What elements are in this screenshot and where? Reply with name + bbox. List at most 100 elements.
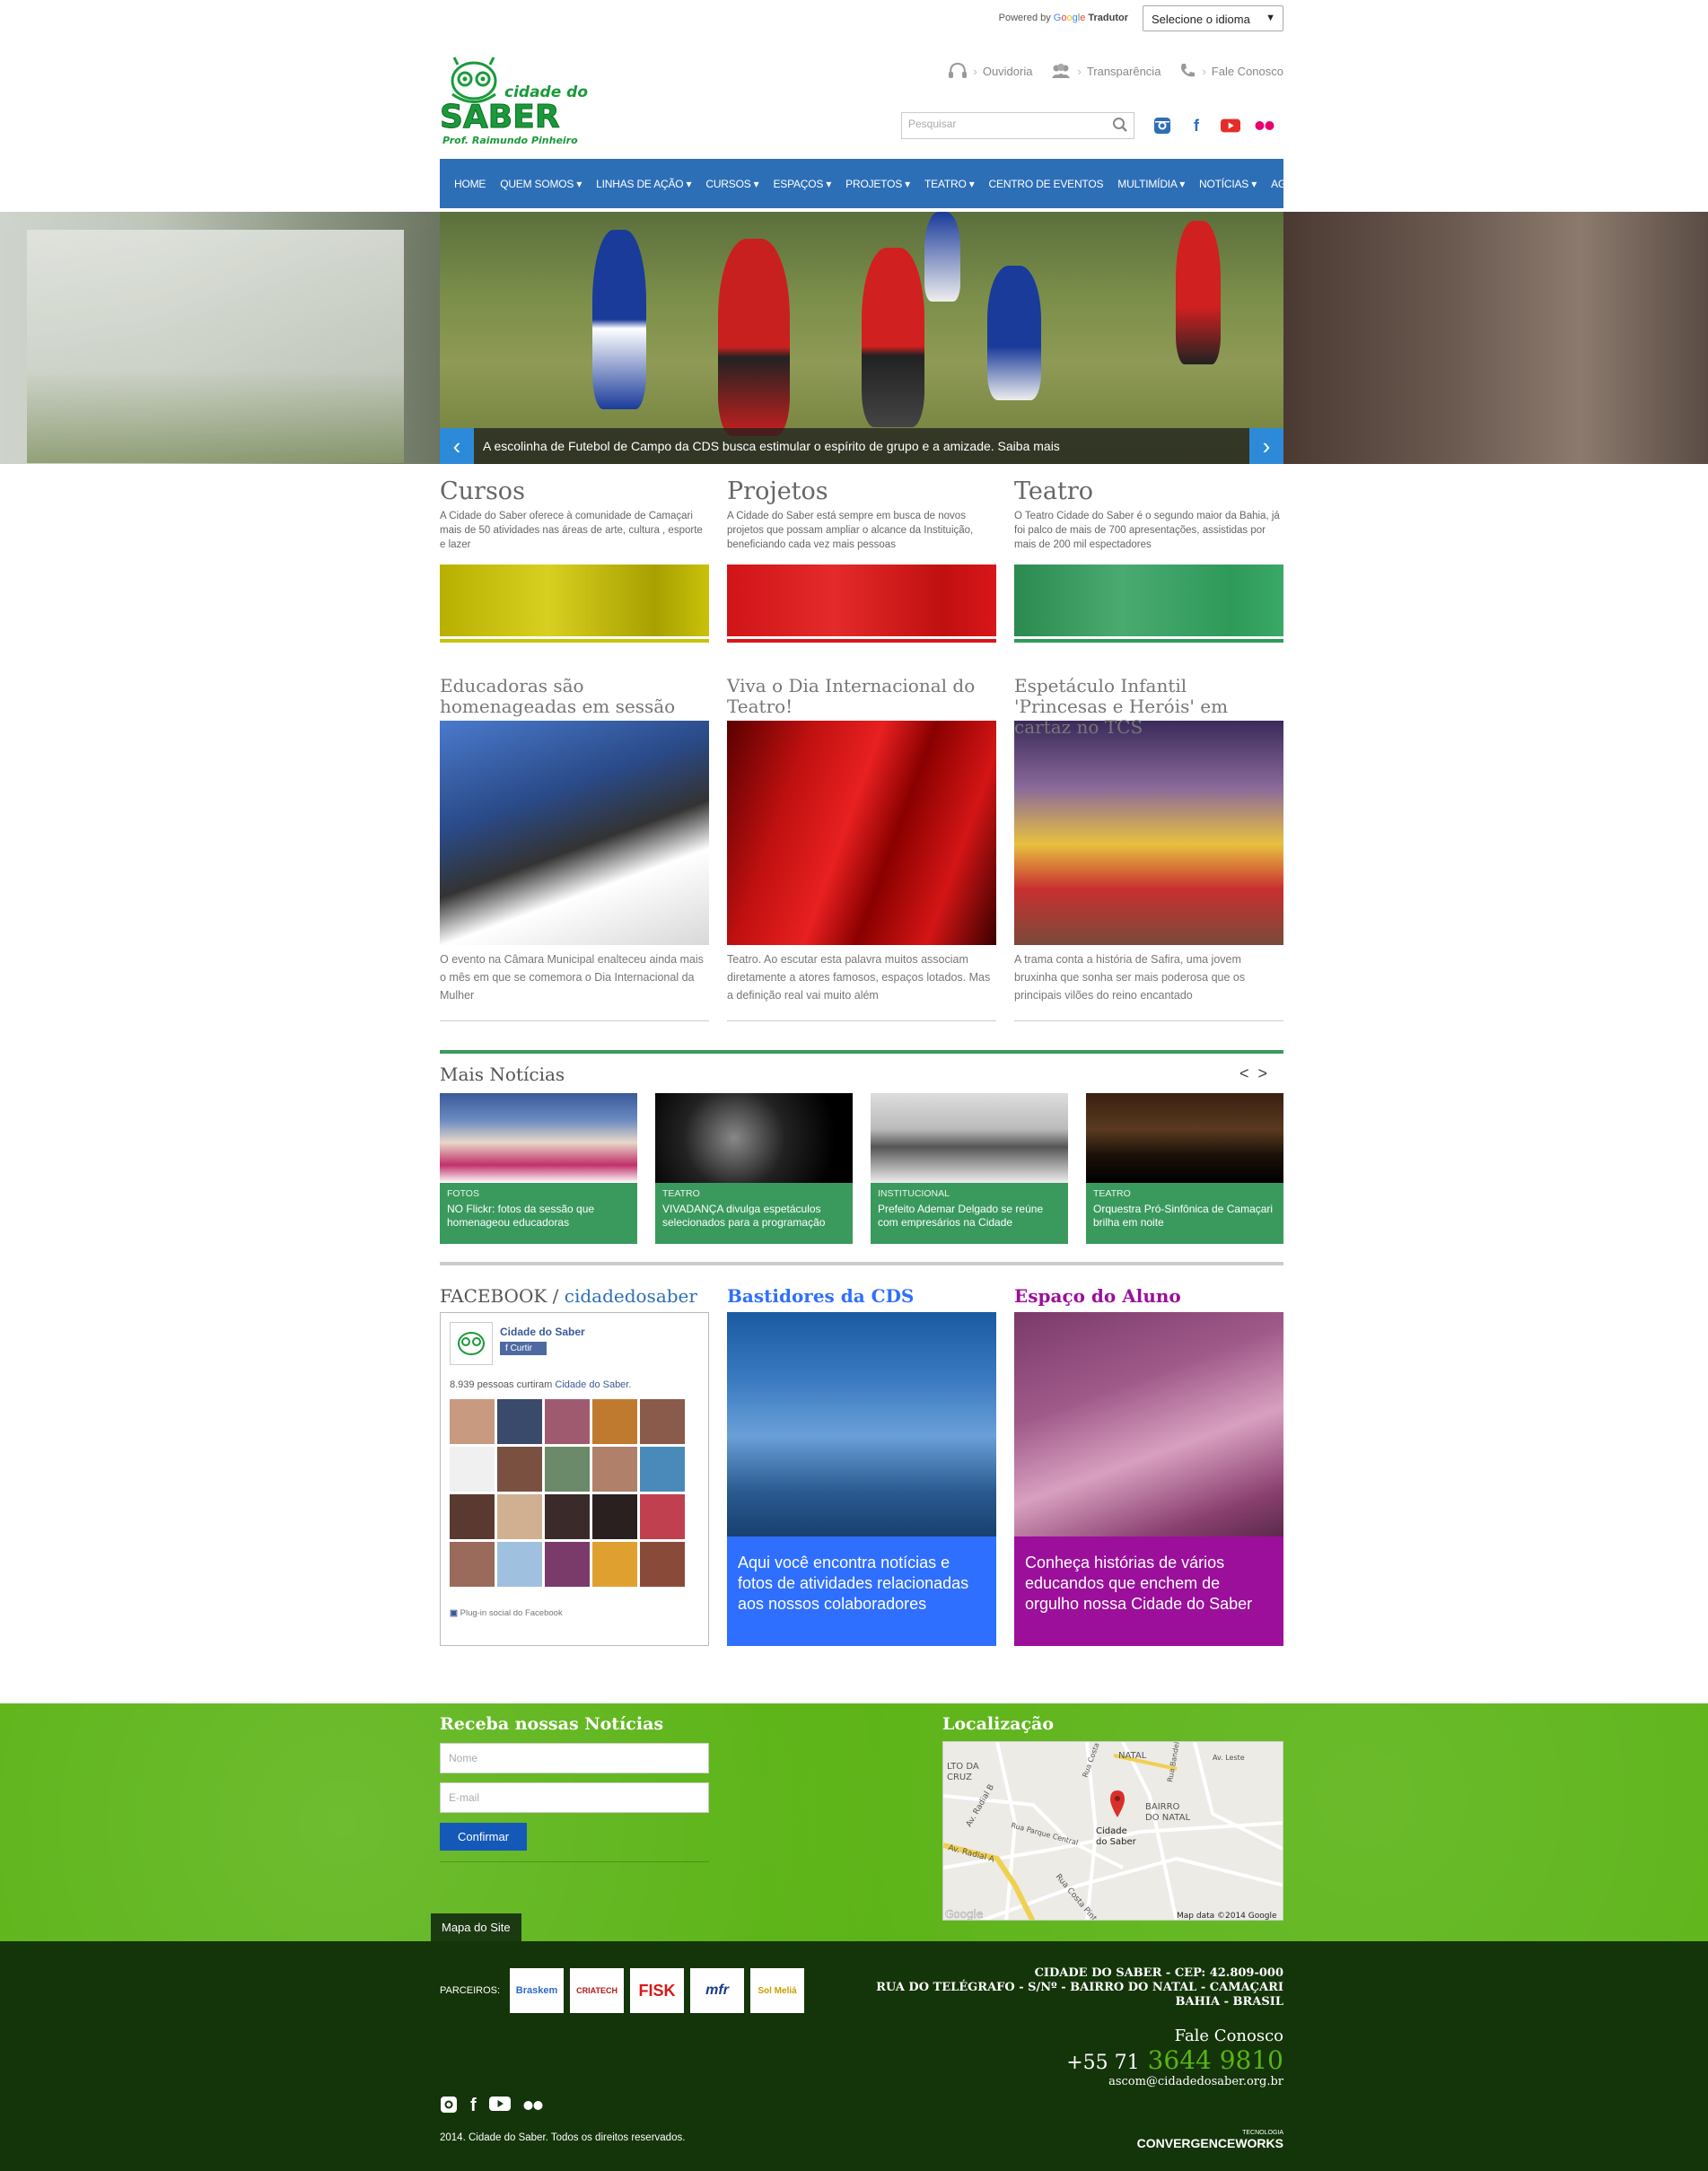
fan-avatar[interactable] (545, 1494, 590, 1539)
fan-avatar[interactable] (640, 1447, 685, 1492)
news-item[interactable]: Espetáculo Infantil 'Princesas e Heróis'… (1014, 676, 1283, 1021)
slide-preview-left[interactable] (0, 212, 440, 464)
bastidores-text[interactable]: Aqui você encontra notícias e fotos de a… (727, 1536, 996, 1646)
search-input[interactable]: Pesquisar (901, 112, 1134, 139)
fan-avatar[interactable] (450, 1494, 495, 1539)
card-title[interactable]: NO Flickr: fotos da sessão que homenageo… (447, 1203, 630, 1230)
bastidores-section[interactable]: Bastidores da CDS Aqui você encontra not… (727, 1285, 996, 1646)
news-title[interactable]: Espetáculo Infantil 'Princesas e Heróis'… (1014, 676, 1283, 738)
slide-image-football[interactable]: A escolinha de Futebol de Campo da CDS b… (440, 212, 1283, 464)
news-title[interactable]: Educadoras são homenageadas em sessão (440, 676, 709, 719)
news-image[interactable] (727, 721, 996, 945)
carousel-prev-button[interactable]: < (1239, 1064, 1258, 1082)
fan-avatar[interactable] (497, 1447, 542, 1492)
partner-logo-fisk[interactable]: FISK (630, 1968, 685, 2013)
phone-number[interactable]: +55 71 3644 9810 (1066, 2045, 1283, 2075)
espaco-aluno-text[interactable]: Conheça histórias de vários educandos qu… (1014, 1536, 1283, 1646)
feature-title[interactable]: Projetos (727, 477, 996, 505)
news-item[interactable]: Educadoras são homenageadas em sessão O … (440, 676, 709, 1021)
nav-item-cursos[interactable]: CURSOS ▾ (698, 178, 766, 190)
powered-by-google-translate[interactable]: Powered by Google Tradutor (999, 13, 1128, 23)
fan-avatar[interactable] (592, 1399, 637, 1444)
name-input[interactable]: Nome (440, 1743, 709, 1773)
site-logo[interactable]: cidade do SABER Prof. Raimundo Pinheiro (440, 54, 610, 148)
fan-avatar[interactable] (497, 1399, 542, 1444)
feature-title[interactable]: Cursos (440, 477, 709, 505)
nav-item-teatro[interactable]: TEATRO ▾ (917, 178, 982, 190)
email-link[interactable]: ascom@cidadedosaber.org.br (1066, 2075, 1283, 2088)
nav-item-centro-de-eventos[interactable]: CENTRO DE EVENTOS (982, 178, 1111, 190)
nav-item-home[interactable]: HOME (447, 178, 493, 190)
flickr-icon[interactable] (523, 2096, 543, 2119)
card-title[interactable]: VIVADANÇA divulga espetáculos selecionad… (662, 1203, 845, 1230)
fan-avatar[interactable] (592, 1494, 637, 1539)
bastidores-title[interactable]: Bastidores da CDS (727, 1285, 996, 1307)
facebook-icon[interactable]: f (470, 2096, 477, 2119)
feature-title[interactable]: Teatro (1014, 477, 1283, 505)
carousel-next-button[interactable]: > (1257, 1064, 1276, 1082)
carousel-card[interactable]: INSTITUCIONAL Prefeito Ademar Delgado se … (871, 1093, 1068, 1244)
facebook-page-avatar[interactable] (450, 1322, 493, 1365)
fan-avatar[interactable] (640, 1399, 685, 1444)
feature-image[interactable] (1014, 565, 1283, 636)
card-image[interactable] (655, 1093, 853, 1183)
facebook-page-name[interactable]: Cidade do Saber (500, 1326, 585, 1338)
slider-prev-button[interactable]: ‹ (440, 428, 474, 464)
nav-item-agenda[interactable]: AGENDA (1264, 178, 1322, 190)
nav-item-projetos[interactable]: PROJETOS ▾ (838, 178, 917, 190)
feature-image[interactable] (727, 565, 996, 636)
feature-teatro[interactable]: Teatro O Teatro Cidade do Saber é o segu… (1014, 477, 1283, 643)
partner-logo-mfr[interactable]: mfr (690, 1968, 745, 2013)
nav-item-espacos[interactable]: ESPAÇOS ▾ (766, 178, 838, 190)
espaco-aluno-title[interactable]: Espaço do Aluno (1014, 1285, 1283, 1307)
bastidores-image[interactable] (727, 1312, 996, 1536)
transparencia-link[interactable]: › Transparência (1050, 62, 1161, 80)
espaco-aluno-image[interactable] (1014, 1312, 1283, 1536)
card-title[interactable]: Prefeito Ademar Delgado se reúne com emp… (878, 1203, 1061, 1230)
developer-credit[interactable]: TECNOLOGIA CONVERGENCEWORKS (1137, 2130, 1283, 2150)
feature-image[interactable] (440, 565, 709, 636)
fan-avatar[interactable] (450, 1447, 495, 1492)
feature-cursos[interactable]: Cursos A Cidade do Saber oferece à comun… (440, 477, 709, 643)
card-image[interactable] (871, 1093, 1068, 1183)
slide-preview-right[interactable] (1283, 212, 1708, 464)
fan-avatar[interactable] (497, 1494, 542, 1539)
flickr-icon[interactable] (1255, 116, 1274, 136)
card-title[interactable]: Orquestra Pró-Sinfônica de Camaçari bril… (1093, 1203, 1276, 1230)
youtube-icon[interactable] (488, 2096, 511, 2119)
carousel-card[interactable]: TEATRO VIVADANÇA divulga espetáculos sele… (655, 1093, 853, 1244)
card-image[interactable] (1086, 1093, 1283, 1183)
submit-button[interactable]: Confirmar (440, 1823, 528, 1851)
fan-avatar[interactable] (497, 1542, 542, 1587)
sitemap-link[interactable]: Mapa do Site (431, 1913, 521, 1941)
carousel-card[interactable]: TEATRO Orquestra Pró-Sinfônica de Camaçar… (1086, 1093, 1283, 1244)
facebook-like-button[interactable]: f Curtir (500, 1342, 547, 1355)
fan-avatar[interactable] (592, 1447, 637, 1492)
slide-caption[interactable]: A escolinha de Futebol de Campo da CDS b… (440, 428, 1283, 464)
instagram-icon[interactable] (1152, 116, 1172, 136)
fan-avatar[interactable] (545, 1399, 590, 1444)
card-image[interactable] (440, 1093, 637, 1183)
fan-avatar[interactable] (640, 1494, 685, 1539)
partner-logo-braskem[interactable]: Braskem (510, 1968, 565, 2013)
location-map[interactable]: LTO DA CRUZ NATAL BAIRRO DO NATAL Cidade… (942, 1741, 1283, 1921)
facebook-page-link[interactable]: Cidade do Saber (555, 1379, 628, 1390)
nav-item-multimidia[interactable]: MULTIMÍDIA ▾ (1110, 178, 1192, 190)
fale-conosco-link[interactable]: › Fale Conosco (1178, 62, 1283, 80)
news-image[interactable] (1014, 721, 1283, 945)
fan-avatar[interactable] (450, 1399, 495, 1444)
fan-avatar[interactable] (545, 1542, 590, 1587)
facebook-icon[interactable]: f (1187, 116, 1206, 136)
search-icon[interactable] (1112, 117, 1128, 133)
partner-logo-sol-melia[interactable]: Sol Meliá (750, 1968, 805, 2013)
fan-avatar[interactable] (545, 1447, 590, 1492)
email-input[interactable]: E-mail (440, 1782, 709, 1813)
nav-item-noticias[interactable]: NOTÍCIAS ▾ (1192, 178, 1264, 190)
slider-next-button[interactable]: › (1249, 428, 1283, 464)
news-image[interactable] (440, 721, 709, 945)
news-title[interactable]: Viva o Dia Internacional do Teatro! (727, 676, 996, 719)
fan-avatar[interactable] (640, 1542, 685, 1587)
language-select[interactable]: Selecione o idioma ▼ (1143, 5, 1283, 31)
facebook-username-link[interactable]: cidadedosaber (565, 1285, 697, 1307)
carousel-card[interactable]: FOTOS NO Flickr: fotos da sessão que home… (440, 1093, 637, 1244)
